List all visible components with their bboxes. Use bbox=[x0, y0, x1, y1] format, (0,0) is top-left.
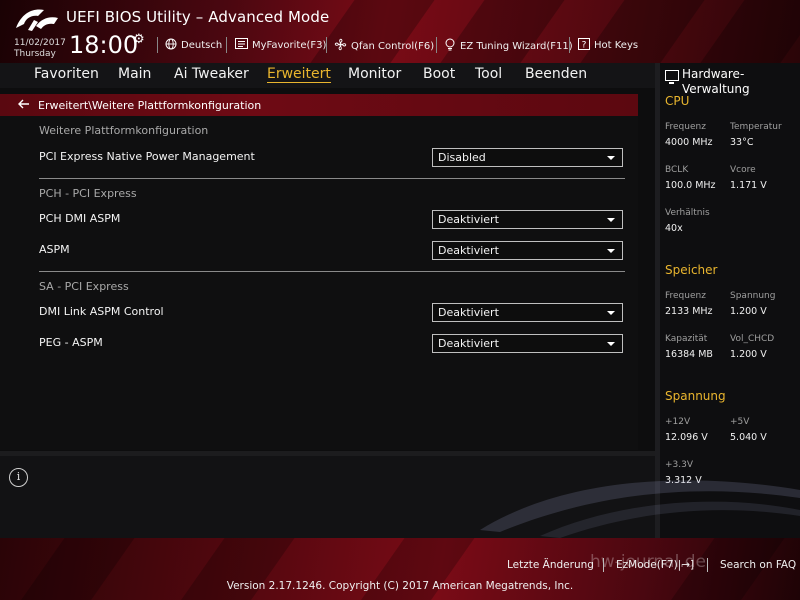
language-button[interactable]: Deutsch bbox=[165, 38, 222, 53]
monitor-icon bbox=[665, 70, 679, 84]
section-title-pch: PCH - PCI Express bbox=[39, 187, 137, 200]
language-label: Deutsch bbox=[181, 40, 223, 51]
hot-keys-label: Hot Keys bbox=[594, 40, 639, 51]
hw-monitor-header: Hardware-Verwaltung bbox=[665, 67, 800, 97]
ratio-label: Verhältnis bbox=[665, 208, 710, 218]
favorite-list-icon bbox=[235, 38, 248, 52]
rog-logo-icon bbox=[16, 9, 58, 31]
cpu-section-title: CPU bbox=[665, 94, 690, 108]
myfavorite-label: MyFavorite(F3) bbox=[252, 39, 327, 51]
chevron-down-icon bbox=[607, 249, 615, 253]
menu-boot[interactable]: Boot bbox=[423, 66, 455, 82]
pch-dmi-aspm-label: PCH DMI ASPM bbox=[39, 212, 121, 225]
ratio-value: 40x bbox=[665, 223, 683, 234]
vol-chcd-value: 1.200 V bbox=[730, 349, 767, 360]
section-divider bbox=[39, 271, 625, 272]
mem-volt-value: 1.200 V bbox=[730, 306, 767, 317]
aspm-select[interactable]: Deaktiviert bbox=[432, 241, 623, 260]
section-title-sa: SA - PCI Express bbox=[39, 280, 129, 293]
gear-icon[interactable]: ⚙ bbox=[133, 32, 145, 47]
breadcrumb-path: Erweitert\Weitere Plattformkonfiguration bbox=[38, 98, 262, 112]
cpu-freq-label: Frequenz bbox=[665, 122, 706, 132]
pci-native-pm-select[interactable]: Disabled bbox=[432, 148, 623, 167]
vol-chcd-label: Vol_CHCD bbox=[730, 334, 775, 344]
hardware-monitor-panel: Hardware-Verwaltung CPU Frequenz Tempera… bbox=[655, 63, 800, 538]
menu-beenden[interactable]: Beenden bbox=[525, 66, 587, 82]
cpu-freq-value: 4000 MHz bbox=[665, 137, 713, 148]
mem-capacity-label: Kapazität bbox=[665, 334, 708, 344]
settings-panel: Weitere Plattformkonfiguration PCI Expre… bbox=[0, 116, 638, 450]
memory-section-title: Speicher bbox=[665, 263, 718, 277]
pci-native-pm-label: PCI Express Native Power Management bbox=[39, 150, 255, 163]
menu-erweitert[interactable]: Erweitert bbox=[267, 66, 331, 83]
info-icon: i bbox=[9, 468, 28, 487]
clock-display[interactable]: 18:00 bbox=[69, 31, 138, 59]
v33-label: +3.3V bbox=[665, 460, 694, 470]
vcore-value: 1.171 V bbox=[730, 180, 767, 191]
section-divider bbox=[39, 178, 625, 179]
mem-freq-label: Frequenz bbox=[665, 291, 706, 301]
peg-aspm-select[interactable]: Deaktiviert bbox=[432, 334, 623, 353]
mem-freq-value: 2133 MHz bbox=[665, 306, 713, 317]
wizard-bulb-icon bbox=[444, 38, 456, 54]
hw-monitor-title: Hardware-Verwaltung bbox=[682, 67, 750, 96]
pch-dmi-aspm-value: Deaktiviert bbox=[438, 213, 499, 226]
chevron-down-icon bbox=[607, 311, 615, 315]
help-panel: i bbox=[0, 456, 655, 538]
globe-icon bbox=[165, 38, 177, 53]
section-title-platform: Weitere Plattformkonfiguration bbox=[39, 124, 209, 137]
v12-label: +12V bbox=[665, 417, 691, 427]
breadcrumb: Erweitert\Weitere Plattformkonfiguration bbox=[0, 94, 638, 116]
dmi-link-aspm-select[interactable]: Deaktiviert bbox=[432, 303, 623, 322]
mem-volt-label: Spannung bbox=[730, 291, 776, 301]
header-bar: UEFI BIOS Utility – Advanced Mode 11/02/… bbox=[0, 0, 800, 63]
v12-value: 12.096 V bbox=[665, 432, 708, 443]
ezmode-button[interactable]: EzMode(F7)|→] bbox=[616, 559, 694, 571]
myfavorite-button[interactable]: MyFavorite(F3) bbox=[235, 38, 326, 52]
cpu-temp-label: Temperatur bbox=[730, 122, 782, 132]
fan-icon bbox=[334, 38, 347, 54]
menu-favoriten[interactable]: Favoriten bbox=[34, 66, 99, 82]
peg-aspm-value: Deaktiviert bbox=[438, 337, 499, 350]
chevron-down-icon bbox=[607, 218, 615, 222]
pch-dmi-aspm-select[interactable]: Deaktiviert bbox=[432, 210, 623, 229]
v33-value: 3.312 V bbox=[665, 475, 702, 486]
pci-native-pm-value: Disabled bbox=[438, 151, 486, 164]
aspm-value: Deaktiviert bbox=[438, 244, 499, 257]
svg-text:?: ? bbox=[582, 41, 587, 51]
chevron-down-icon bbox=[607, 156, 615, 160]
v5-value: 5.040 V bbox=[730, 432, 767, 443]
question-icon: ? bbox=[578, 38, 590, 53]
search-faq-button[interactable]: Search on FAQ bbox=[720, 559, 796, 571]
ez-tuning-label: EZ Tuning Wizard(F11) bbox=[460, 40, 573, 52]
menu-tool[interactable]: Tool bbox=[475, 66, 502, 82]
app-title: UEFI BIOS Utility – Advanced Mode bbox=[66, 8, 330, 26]
qfan-control-button[interactable]: Qfan Control(F6) bbox=[334, 38, 434, 54]
bclk-label: BCLK bbox=[665, 165, 689, 175]
mem-capacity-value: 16384 MB bbox=[665, 349, 713, 360]
cpu-temp-value: 33°C bbox=[730, 137, 754, 148]
qfan-label: Qfan Control(F6) bbox=[351, 40, 435, 52]
hot-keys-button[interactable]: ? Hot Keys bbox=[578, 38, 638, 53]
ez-tuning-wizard-button[interactable]: EZ Tuning Wizard(F11) bbox=[444, 38, 573, 54]
vcore-label: Vcore bbox=[730, 165, 756, 175]
bclk-value: 100.0 MHz bbox=[665, 180, 716, 191]
last-change-button[interactable]: Letzte Änderung bbox=[507, 559, 594, 571]
dmi-link-aspm-value: Deaktiviert bbox=[438, 306, 499, 319]
footer-bar: hw-journal.de Letzte Änderung EzMode(F7)… bbox=[0, 538, 800, 600]
arrow-left-icon[interactable] bbox=[18, 97, 34, 113]
peg-aspm-label: PEG - ASPM bbox=[39, 336, 103, 349]
voltage-section-title: Spannung bbox=[665, 389, 726, 403]
aspm-label: ASPM bbox=[39, 243, 70, 256]
date-display: 11/02/2017 bbox=[14, 38, 66, 48]
menu-ai-tweaker[interactable]: Ai Tweaker bbox=[174, 66, 249, 82]
chevron-down-icon bbox=[607, 342, 615, 346]
menu-monitor[interactable]: Monitor bbox=[348, 66, 401, 82]
v5-label: +5V bbox=[730, 417, 750, 427]
dmi-link-aspm-label: DMI Link ASPM Control bbox=[39, 305, 164, 318]
weekday-display: Thursday bbox=[14, 49, 56, 59]
version-text: Version 2.17.1246. Copyright (C) 2017 Am… bbox=[226, 580, 574, 592]
menu-main[interactable]: Main bbox=[118, 66, 151, 82]
main-menu-bar: Favoriten Main Ai Tweaker Erweitert Moni… bbox=[0, 63, 655, 88]
